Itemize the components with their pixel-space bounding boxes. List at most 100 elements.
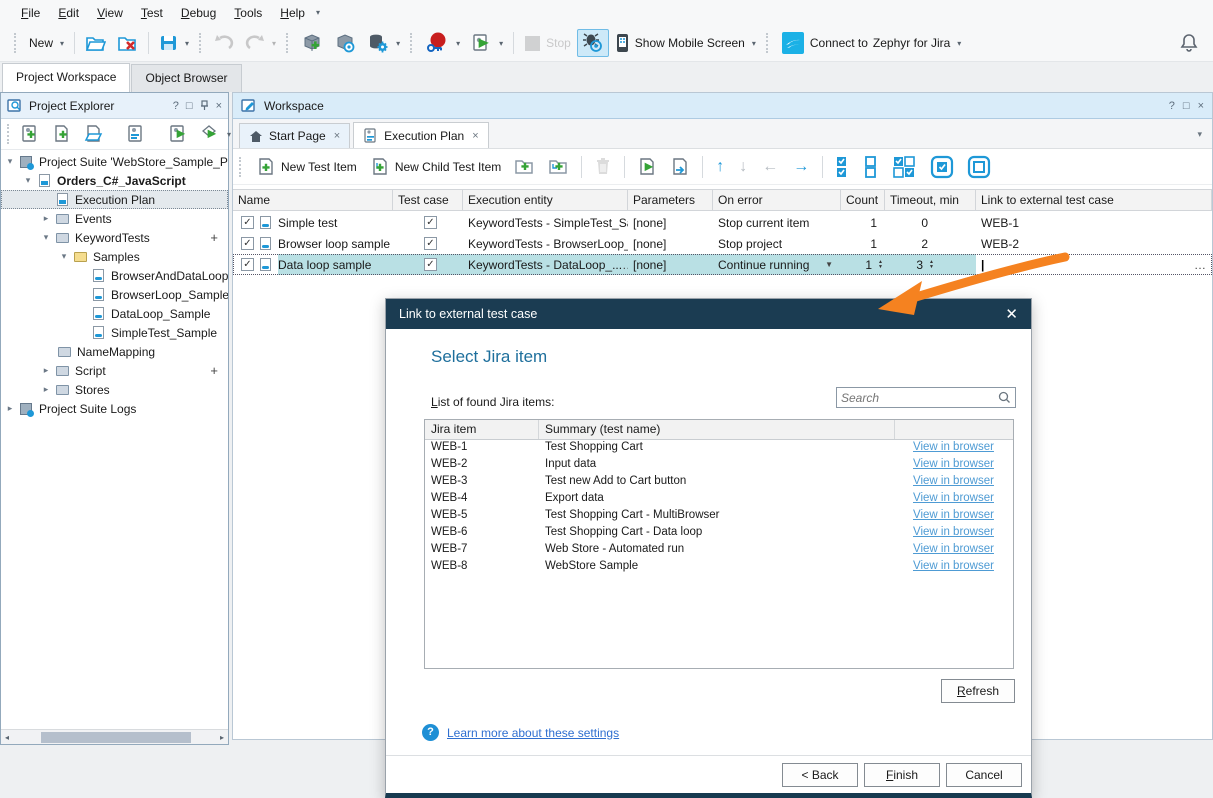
toolbar-grip[interactable] [239,157,244,177]
scroll-left-icon[interactable]: ◂ [5,733,9,742]
tree-item-browseranddataloop[interactable]: BrowserAndDataLoop_ [1,266,228,285]
jira-row[interactable]: WEB-3Test new Add to Cart buttonView in … [425,474,1013,491]
toolbar-grip[interactable] [14,33,19,53]
expander-icon[interactable]: ▸ [5,403,15,414]
expander-icon[interactable]: ▾ [23,175,33,186]
move-up-button[interactable]: ↑ [710,158,730,176]
expander-icon[interactable]: ▸ [41,213,51,224]
panel-maximize-button[interactable]: □ [1183,100,1190,112]
tab-start-page[interactable]: Start Page× [239,123,350,148]
data-generator-button[interactable]: ▾ [362,29,405,57]
search-input[interactable] [841,391,998,405]
scrollbar-thumb[interactable] [41,732,191,743]
menu-debug[interactable]: Debug [172,3,225,23]
mobile-screen-button[interactable]: Show Mobile Screen▾ [610,29,761,57]
timeout-cell[interactable]: 0 [885,212,976,233]
jira-row[interactable]: WEB-4Export dataView in browser [425,491,1013,508]
run-suite-button[interactable]: ▾ [195,120,236,148]
jira-row[interactable]: WEB-5Test Shopping Cart - MultiBrowserVi… [425,508,1013,525]
debug-mode-button[interactable] [577,29,609,57]
new-group-button[interactable] [509,153,540,180]
record-test-button[interactable]: ▾ [420,28,465,58]
expander-icon[interactable]: ▸ [41,384,51,395]
close-project-button[interactable] [112,30,143,56]
count-cell[interactable]: 1 [841,233,885,254]
new-item-button[interactable] [47,120,77,148]
open-project-button[interactable] [80,30,111,56]
scroll-right-icon[interactable]: ▸ [220,733,224,742]
column-header-name[interactable]: Name [233,189,393,211]
move-right-button[interactable]: → [787,158,815,176]
parameters-cell[interactable]: [none] [628,254,713,275]
search-box[interactable] [836,387,1016,408]
add-script-button[interactable]: + [210,363,218,378]
refresh-button[interactable]: Refresh [941,679,1015,703]
external-link-cell[interactable]: WEB-2 [976,233,1212,254]
execution-entity-cell[interactable]: KeywordTests - SimpleTest_Sa... [463,212,628,233]
jira-row[interactable]: WEB-2Input dataView in browser [425,457,1013,474]
stop-button[interactable]: Stop [519,31,576,56]
view-in-browser-link[interactable]: View in browser [901,509,994,521]
redo-button[interactable]: ▾ [240,30,281,56]
new-test-item-button[interactable]: New Test Item [251,153,362,181]
row-checkbox[interactable]: ✓ [241,237,254,250]
tree-item-stores[interactable]: ▸Stores [1,380,228,399]
view-in-browser-link[interactable]: View in browser [901,441,994,453]
view-in-browser-link[interactable]: View in browser [901,526,994,538]
execution-row-data-loop[interactable]: ✓Data loop sample ✓ KeywordTests - DataL… [233,254,1212,275]
external-link-edit-cell[interactable]: |… [976,254,1212,275]
tree-item-samples[interactable]: ▾Samples [1,247,228,266]
tree-item-project[interactable]: ▾Orders_C#_JavaScript [1,171,228,190]
new-child-test-item-button[interactable]: New Child Test Item [365,153,506,181]
tab-execution-plan[interactable]: Execution Plan× [353,122,489,148]
panel-maximize-button[interactable]: □ [186,100,193,112]
add-existing-item-button[interactable] [79,120,109,148]
tree-item-browserloop[interactable]: BrowserLoop_Sample [1,285,228,304]
add-object-button[interactable] [296,29,328,57]
toolbar-grip[interactable] [7,124,9,144]
run-focused-item-button[interactable] [632,153,662,181]
tree-item-events[interactable]: ▸Events [1,209,228,228]
delete-item-button[interactable] [589,153,617,180]
disable-selected-button[interactable] [962,151,996,183]
notifications-button[interactable] [1179,33,1199,53]
save-button[interactable]: ▾ [154,30,194,56]
parameters-cell[interactable]: [none] [628,233,713,254]
column-header-link[interactable]: Link to external test case [976,189,1212,211]
view-in-browser-link[interactable]: View in browser [901,492,994,504]
undo-button[interactable] [209,30,239,56]
jira-row[interactable]: WEB-1Test Shopping CartView in browser [425,440,1013,457]
panel-help-button[interactable]: ? [1169,100,1175,112]
timeout-cell[interactable]: 3▲▼ [885,254,976,275]
tree-item-project-suite[interactable]: ▾Project Suite 'WebStore_Sample_Proje [1,152,228,171]
tab-project-workspace[interactable]: Project Workspace [2,63,130,92]
count-cell[interactable]: 1 [841,212,885,233]
move-down-button[interactable]: ↓ [733,158,753,176]
dialog-title-bar[interactable]: Link to external test case ✕ [386,299,1031,329]
external-link-cell[interactable]: WEB-1 [976,212,1212,233]
timeout-spinner[interactable]: ▲▼ [929,260,934,270]
execution-row-simple-test[interactable]: ✓Simple test ✓ KeywordTests - SimpleTest… [233,212,1212,233]
column-header-on-error[interactable]: On error [713,189,841,211]
row-checkbox[interactable]: ✓ [241,216,254,229]
new-button[interactable]: New ▾ [24,32,69,54]
tab-object-browser[interactable]: Object Browser [131,64,241,92]
test-case-checkbox[interactable]: ✓ [424,237,437,250]
close-tab-icon[interactable]: × [334,130,340,142]
column-header-summary[interactable]: Summary (test name) [539,420,895,439]
tree-item-namemapping[interactable]: NameMapping [1,342,228,361]
count-spinner[interactable]: ▲▼ [878,260,883,270]
panel-close-button[interactable]: × [216,100,222,112]
view-in-browser-link[interactable]: View in browser [901,543,994,555]
run-project-button[interactable] [163,120,193,148]
tree-item-dataloop[interactable]: DataLoop_Sample [1,304,228,323]
tree-item-simpletest[interactable]: SimpleTest_Sample [1,323,228,342]
finish-button[interactable]: Finish [864,763,940,787]
jira-row[interactable]: WEB-8WebStore SampleView in browser [425,559,1013,576]
menu-test[interactable]: Test [132,3,172,23]
toolbar-grip[interactable] [410,33,415,53]
tree-item-project-suite-logs[interactable]: ▸Project Suite Logs [1,399,228,418]
execution-entity-cell[interactable]: KeywordTests - DataLoop_...… [463,254,628,275]
column-header-timeout[interactable]: Timeout, min [885,189,976,211]
learn-more-link[interactable]: Learn more about these settings [447,726,619,740]
